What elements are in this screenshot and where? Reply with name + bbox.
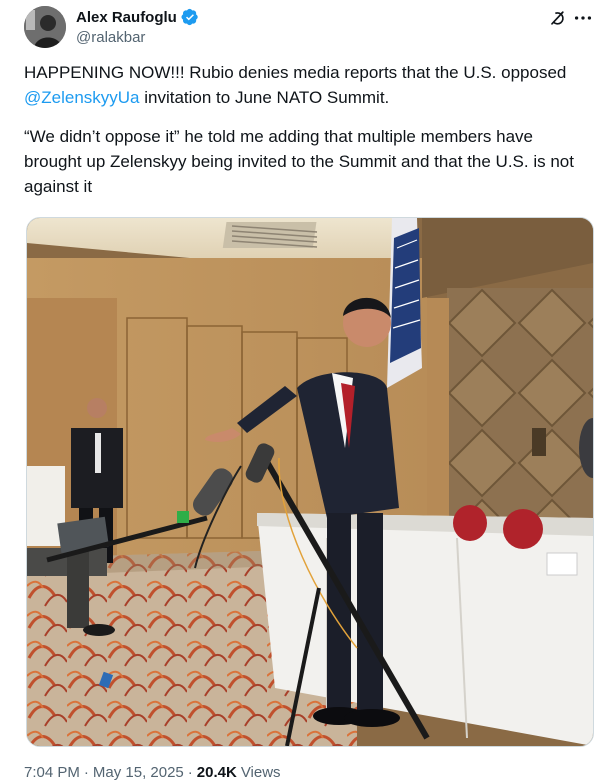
tweet-date[interactable]: May 15, 2025: [93, 764, 184, 781]
tweet-time[interactable]: 7:04 PM: [24, 764, 80, 781]
display-name[interactable]: Alex Raufoglu: [76, 9, 177, 26]
views-count: 20.4K: [196, 764, 237, 781]
tweet-meta: 7:04 PM · May 15, 2025 · 20.4K Views: [24, 764, 281, 781]
tweet-text: HAPPENING NOW!!! Rubio denies media repo…: [24, 60, 594, 199]
author-handle[interactable]: @ralakbar: [76, 29, 145, 46]
avatar[interactable]: [24, 6, 66, 48]
views-label: Views: [240, 764, 281, 781]
verified-badge-icon: [181, 8, 198, 26]
tweet-paragraph-1: HAPPENING NOW!!! Rubio denies media repo…: [24, 60, 594, 110]
author-name-row: Alex Raufoglu: [76, 8, 199, 26]
tweet-text-segment: HAPPENING NOW!!! Rubio denies media repo…: [24, 63, 567, 82]
tweet-photo[interactable]: [26, 217, 594, 747]
meta-separator: ·: [83, 764, 89, 781]
tweet: Alex Raufoglu @ralakbar HAPPENING NOW!!!…: [0, 0, 616, 783]
tweet-paragraph-2: “We didn’t oppose it” he told me adding …: [24, 127, 574, 196]
avatar-image: [24, 6, 66, 48]
grok-icon[interactable]: [547, 8, 567, 28]
meta-separator: ·: [187, 764, 193, 781]
photo-scene: [27, 218, 593, 746]
more-options-icon[interactable]: [572, 8, 594, 28]
tweet-text-segment: invitation to June NATO Summit.: [139, 88, 390, 107]
mention-link[interactable]: @ZelenskyyUa: [24, 88, 140, 107]
